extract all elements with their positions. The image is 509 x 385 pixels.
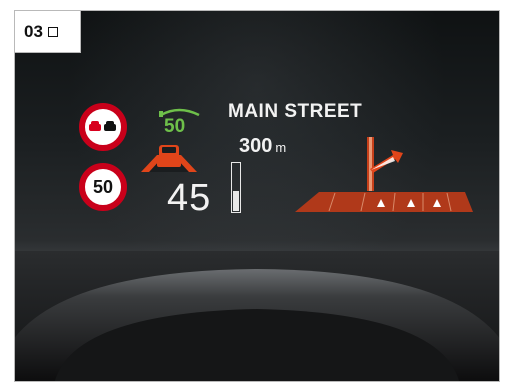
figure-number: 03: [24, 21, 43, 41]
turn-arrow-icon: [367, 137, 403, 191]
distance-value: 300: [239, 135, 273, 157]
set-speed: 50: [164, 116, 186, 137]
speed-bar-fill: [233, 191, 239, 211]
checkbox-icon: [47, 27, 58, 37]
lane-guidance-icon: [295, 192, 473, 212]
figure-tag: 03: [15, 11, 81, 53]
speed-limit-value: 50: [92, 176, 114, 197]
acc-vehicle-icon: [141, 145, 197, 172]
current-speed: 45: [167, 177, 212, 219]
hud-image-frame: 03 50 50 45 MAIN STREET 300 m: [14, 10, 500, 382]
steering-wheel: [15, 251, 499, 381]
distance-readout: 300 m: [239, 135, 286, 158]
no-overtaking-sign-icon: [79, 103, 127, 151]
distance-unit: m: [275, 140, 287, 155]
street-name: MAIN STREET: [228, 101, 363, 122]
speed-bar: [231, 162, 241, 213]
speed-limit-sign-icon: 50: [79, 163, 127, 211]
cars-icon: [89, 121, 116, 131]
